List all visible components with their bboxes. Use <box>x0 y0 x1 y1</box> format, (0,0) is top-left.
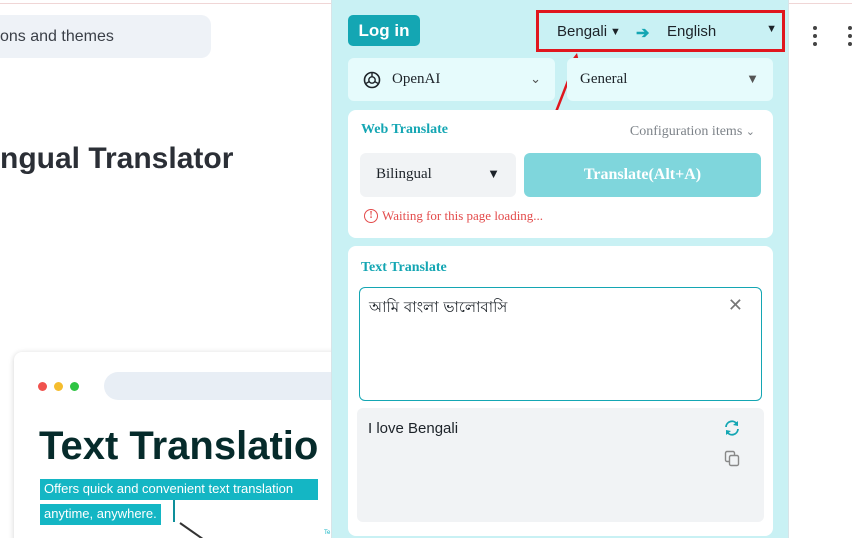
background-page-title: ngual Translator <box>0 142 234 175</box>
window-minimize-dot <box>54 382 63 391</box>
model-select[interactable]: OpenAI ⌄ <box>348 58 555 101</box>
web-translate-title: Web Translate <box>361 122 448 137</box>
chevron-down-icon: ▼ <box>487 166 500 181</box>
text-translate-title: Text Translate <box>361 260 447 275</box>
text-cursor <box>172 500 175 522</box>
source-language-label: Bengali <box>557 23 608 40</box>
screen: ons and themes ngual Translator Text Tra… <box>0 0 852 538</box>
model-value: OpenAI <box>392 71 441 87</box>
chevron-down-icon: ⌄ <box>745 126 755 138</box>
target-language-label: English <box>667 23 717 40</box>
chevron-down-icon: ▼ <box>746 71 759 86</box>
chevron-down-icon: ▼ <box>610 25 621 38</box>
domain-value: General <box>580 71 628 87</box>
web-translate-card: Web Translate Configuration items ⌄ Bili… <box>348 110 773 238</box>
close-icon[interactable]: ✕ <box>728 295 743 316</box>
configuration-items-link[interactable]: Configuration items ⌄ <box>630 124 755 140</box>
preview-url-bar <box>104 372 344 400</box>
source-text: আমি বাংলা ভালোবাসি <box>369 298 508 316</box>
login-button[interactable]: Log in <box>348 15 420 46</box>
window-maximize-dot <box>70 382 79 391</box>
chevron-down-icon: ▼ <box>766 23 777 35</box>
preview-highlight-line-1: Offers quick and convenient text transla… <box>40 479 318 500</box>
preview-highlight-line-2: anytime, anywhere. <box>40 504 161 525</box>
window-close-dot <box>38 382 47 391</box>
mouse-pointer-icon <box>179 522 214 538</box>
source-text-input[interactable]: আমি বাংলা ভালোবাসি ✕ <box>359 287 762 401</box>
arrow-right-icon[interactable]: ➔ <box>636 23 649 43</box>
more-options-icon[interactable] <box>813 26 817 46</box>
target-language-select[interactable]: English ▼ <box>667 23 777 40</box>
display-mode-select[interactable]: Bilingual ▼ <box>360 153 516 197</box>
output-text: I love Bengali <box>368 420 459 437</box>
openai-icon <box>363 71 381 88</box>
page-status-text: Waiting for this page loading... <box>382 208 544 223</box>
page-status: ! Waiting for this page loading... <box>364 208 543 224</box>
configuration-items-label: Configuration items <box>629 124 743 139</box>
translator-popup: Log in Bengali ▼ ➔ English ▼ OpenAI ⌄ Ge… <box>331 0 789 538</box>
background-search-text: ons and themes <box>0 28 114 45</box>
translation-output: I love Bengali <box>357 408 764 522</box>
warning-icon: ! <box>364 209 378 223</box>
source-language-select[interactable]: Bengali ▼ <box>557 23 621 40</box>
browser-menu-icon[interactable] <box>848 26 852 46</box>
display-mode-value: Bilingual <box>376 166 432 182</box>
refresh-icon[interactable] <box>723 419 741 437</box>
preview-mini-mark: Te <box>324 530 331 536</box>
preview-title: Text Translatio <box>39 424 319 468</box>
copy-icon[interactable] <box>724 450 740 467</box>
text-translate-card: Text Translate আমি বাংলা ভালোবাসি ✕ I lo… <box>348 246 773 536</box>
translate-page-button[interactable]: Translate(Alt+A) <box>524 153 761 197</box>
background-preview-card: Text Translatio Offers quick and conveni… <box>14 352 344 538</box>
chevron-down-icon: ⌄ <box>530 71 541 86</box>
language-pair-selector: Bengali ▼ ➔ English ▼ <box>536 10 785 52</box>
domain-select[interactable]: General ▼ <box>567 58 773 101</box>
